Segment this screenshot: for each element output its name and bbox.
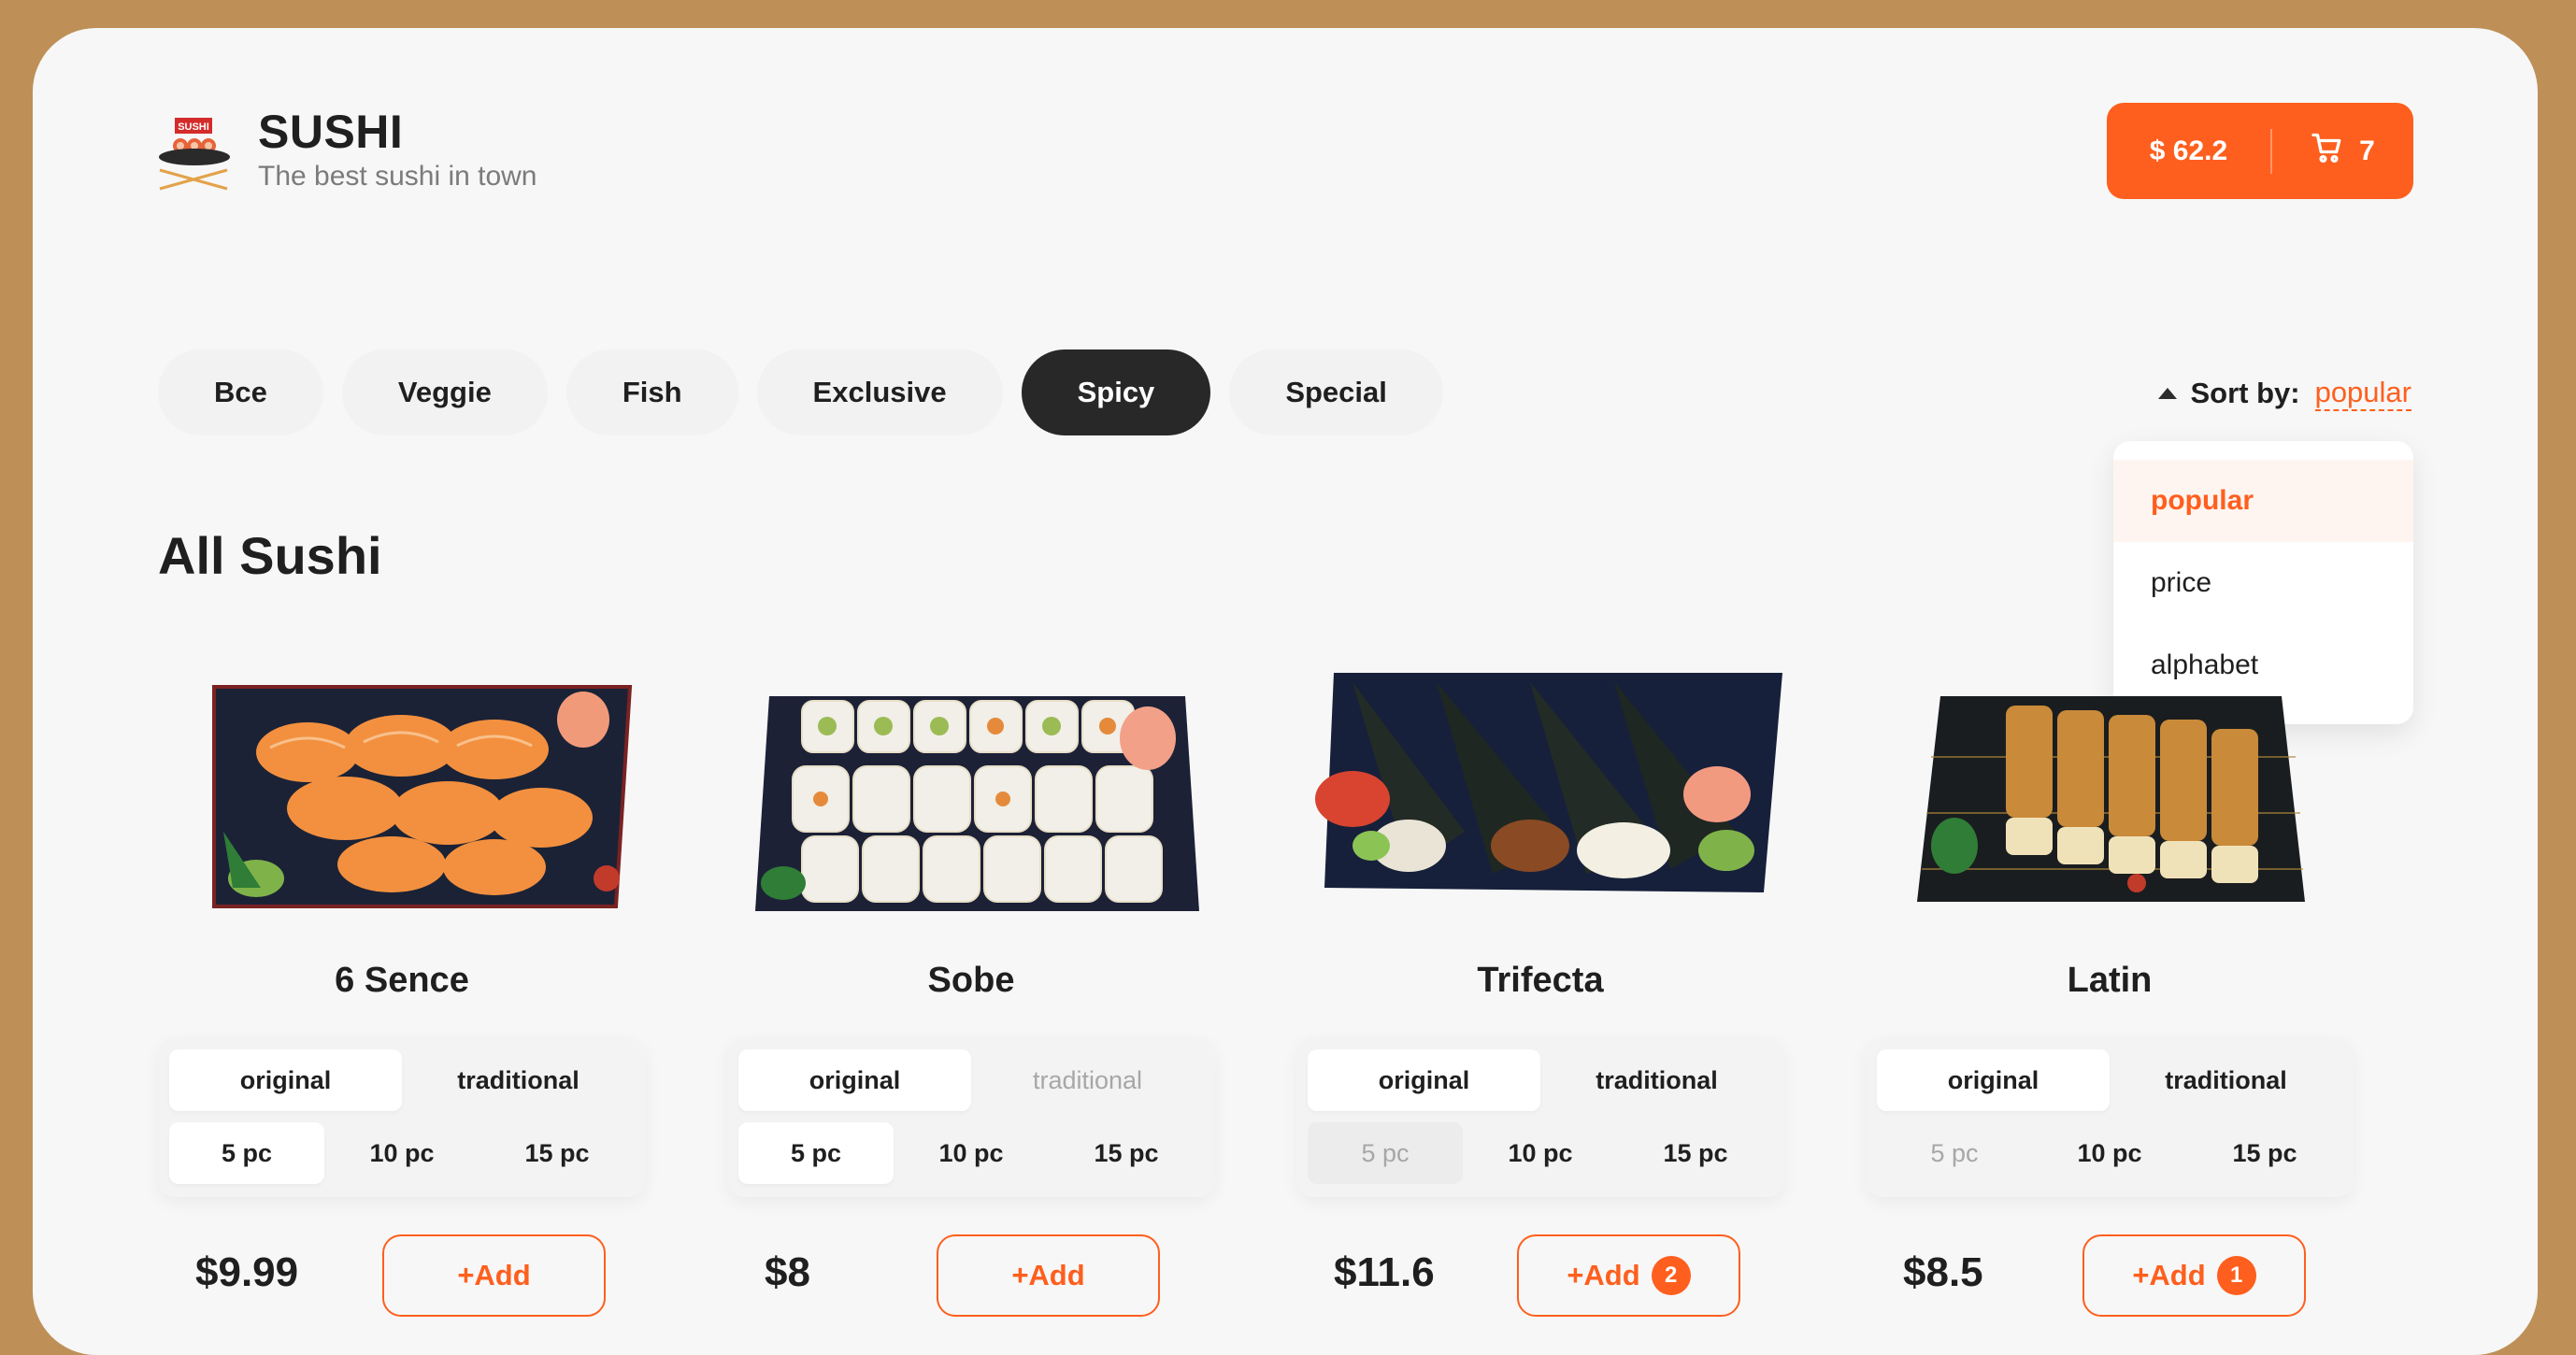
svg-text:SUSHI: SUSHI	[178, 121, 209, 133]
size-5: 5 pc	[1308, 1122, 1463, 1184]
size-15[interactable]: 15 pc	[1049, 1122, 1204, 1184]
type-options: original traditional	[169, 1049, 635, 1111]
brand-title: SUSHI	[258, 106, 404, 158]
product-image[interactable]	[1296, 645, 1784, 953]
size-10[interactable]: 10 pc	[324, 1122, 479, 1184]
product-name: Sobe	[927, 961, 1015, 1000]
card-footer: $8 +Add	[727, 1234, 1215, 1319]
size-10[interactable]: 10 pc	[894, 1122, 1049, 1184]
type-original[interactable]: original	[1308, 1049, 1540, 1111]
product-image[interactable]	[158, 645, 646, 953]
size-10[interactable]: 10 pc	[1463, 1122, 1618, 1184]
sort-current-value[interactable]: popular	[2314, 376, 2411, 411]
type-traditional[interactable]: traditional	[2110, 1049, 2342, 1111]
type-options: original traditional	[738, 1049, 1204, 1111]
cart-count-badge: 2	[1651, 1256, 1691, 1295]
variant-selector: original traditional 5 pc 10 pc 15 pc	[1866, 1038, 2354, 1197]
type-traditional[interactable]: traditional	[1540, 1049, 1773, 1111]
type-original[interactable]: original	[1877, 1049, 2110, 1111]
cart-button[interactable]: $ 62.2 7	[2107, 103, 2413, 199]
size-5: 5 pc	[1930, 1138, 1979, 1167]
size-options: 5 pc 10 pc 15 pc	[1308, 1122, 1773, 1184]
product-name: Trifecta	[1477, 961, 1604, 1000]
size-5[interactable]: 5 pc	[169, 1122, 324, 1184]
size-10[interactable]: 10 pc	[2032, 1122, 2187, 1184]
category-tabs: Все Veggie Fish Exclusive Spicy Special	[158, 349, 1443, 435]
product-name: Latin	[2067, 961, 2153, 1000]
cart-count-badge: 1	[2216, 1256, 2256, 1295]
size-15[interactable]: 15 pc	[2187, 1122, 2342, 1184]
add-to-cart-button[interactable]: +Add	[937, 1234, 1160, 1317]
cart-icon	[2311, 131, 2344, 172]
add-to-cart-button[interactable]: +Add	[382, 1234, 606, 1317]
category-spicy[interactable]: Spicy	[1021, 349, 1211, 435]
section-title: All Sushi	[158, 526, 382, 585]
type-original[interactable]: original	[169, 1049, 402, 1111]
sushi-logo[interactable]: SUSHI	[156, 116, 233, 219]
type-options: original traditional	[1308, 1049, 1773, 1111]
product-price: $11.6	[1334, 1249, 1435, 1295]
type-traditional: traditional	[1032, 1065, 1143, 1094]
card-footer: $11.6 +Add 2	[1296, 1234, 1784, 1319]
category-all[interactable]: Все	[158, 349, 323, 435]
brand-subtitle: The best sushi in town	[258, 161, 537, 192]
category-special[interactable]: Special	[1229, 349, 1443, 435]
card-footer: $9.99 +Add	[158, 1234, 646, 1319]
variant-selector: original traditional 5 pc 10 pc 15 pc	[158, 1038, 646, 1197]
product-image[interactable]	[727, 645, 1215, 953]
product-price: $8.5	[1903, 1249, 1983, 1295]
add-label: +Add	[1011, 1259, 1085, 1291]
size-options: 5 pc 10 pc 15 pc	[169, 1122, 635, 1184]
caret-up-icon[interactable]	[2158, 388, 2178, 399]
sort-label: Sort by:	[2190, 377, 2300, 409]
product-card: Latin original traditional 5 pc 10 pc 15…	[1866, 645, 2354, 1355]
product-name: 6 Sence	[335, 961, 469, 1000]
card-footer: $8.5 +Add 1	[1866, 1234, 2354, 1319]
size-options: 5 pc 10 pc 15 pc	[738, 1122, 1204, 1184]
product-card: Trifecta original traditional 5 pc 10 pc…	[1296, 645, 1784, 1355]
category-veggie[interactable]: Veggie	[341, 349, 548, 435]
variant-selector: original traditional 5 pc 10 pc 15 pc	[727, 1038, 1215, 1197]
sort-control: Sort by: popular	[2158, 376, 2411, 411]
cart-total: $ 62.2	[2149, 135, 2228, 166]
product-price: $9.99	[195, 1249, 299, 1295]
add-label: +Add	[1567, 1259, 1640, 1291]
category-exclusive[interactable]: Exclusive	[756, 349, 1003, 435]
type-original[interactable]: original	[738, 1049, 971, 1111]
size-15[interactable]: 15 pc	[1618, 1122, 1773, 1184]
sort-option-price[interactable]: price	[2113, 542, 2413, 624]
product-card: Sobe original traditional 5 pc 10 pc 15 …	[727, 645, 1215, 1355]
variant-selector: original traditional 5 pc 10 pc 15 pc	[1296, 1038, 1784, 1197]
sort-option-popular[interactable]: popular	[2113, 460, 2413, 542]
add-to-cart-button[interactable]: +Add 1	[2082, 1234, 2306, 1317]
add-label: +Add	[457, 1259, 531, 1291]
add-to-cart-button[interactable]: +Add 2	[1517, 1234, 1740, 1317]
product-grid: 6 Sence original traditional 5 pc 10 pc …	[158, 645, 2354, 1355]
product-card: 6 Sence original traditional 5 pc 10 pc …	[158, 645, 646, 1355]
size-options: 5 pc 10 pc 15 pc	[1877, 1122, 2342, 1184]
type-traditional[interactable]: traditional	[402, 1049, 635, 1111]
size-5[interactable]: 5 pc	[738, 1122, 894, 1184]
type-options: original traditional	[1877, 1049, 2342, 1111]
add-label: +Add	[2132, 1259, 2206, 1291]
product-price: $8	[765, 1249, 810, 1295]
category-fish[interactable]: Fish	[565, 349, 738, 435]
cart-count: 7	[2359, 135, 2375, 166]
size-15[interactable]: 15 pc	[479, 1122, 635, 1184]
page: SUSHI SUSHI The best sushi in town $ 62.…	[33, 28, 2538, 1355]
product-image[interactable]	[1866, 645, 2354, 953]
